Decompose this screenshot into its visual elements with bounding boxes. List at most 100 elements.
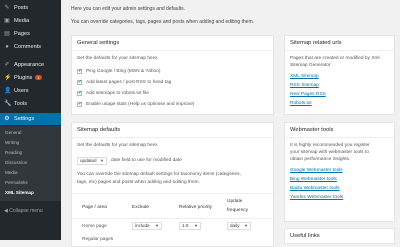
yandex-webmaster-link[interactable]: Yandex Webmaster tools [290, 195, 343, 200]
row-area-home: Home page [82, 224, 107, 229]
home-priority-select[interactable]: 1.0 ▼ [179, 222, 201, 230]
column-header-frequency-1: Update [227, 199, 243, 204]
user-icon: 👤 [4, 88, 12, 94]
baidu-webmaster-link[interactable]: Baidu Webmaster tools [290, 186, 340, 191]
page-icon: ▤ [4, 31, 10, 37]
new-pages-rss-link[interactable]: New Pages RSS [290, 92, 326, 97]
submenu-xml-sitemap[interactable]: XML Sitemap [5, 190, 34, 195]
settings-icon: ⚙ [4, 116, 10, 122]
menu-label: Users [14, 88, 29, 94]
chevron-down-icon: ▼ [244, 223, 248, 228]
panel-description-2: your sitemap with webmaster tools to [290, 150, 369, 155]
select-value: updated [80, 158, 97, 163]
update-count-badge: 1 [35, 75, 42, 81]
chevron-down-icon: ▼ [194, 223, 198, 228]
menu-item-comments[interactable]: ● Comments [0, 41, 61, 53]
bing-webmaster-link[interactable]: Bing Webmaster tools [290, 177, 337, 182]
panel-title: Sitemap related urls [290, 40, 342, 46]
checkbox-label: Enable usage stats (Help us optimise and… [86, 102, 195, 107]
media-icon: ▣ [4, 18, 10, 24]
rss-head-checkbox[interactable] [77, 79, 82, 85]
robots-txt-link[interactable]: Robots.txt [290, 101, 312, 106]
panel-description-3: obtain performance insights. [290, 157, 351, 162]
pin-icon: ✎ [4, 5, 10, 11]
collapse-icon: ◀ [4, 208, 8, 214]
menu-item-posts[interactable]: ✎ Posts [0, 2, 61, 14]
panel-description: Set the defaults for your sitemap here. [77, 143, 159, 148]
google-webmaster-link[interactable]: Google Webmaster tools [290, 168, 343, 173]
admin-sidebar: ✎ Posts ▣ Media ▤ Pages ● Comments ✐ App… [0, 0, 61, 240]
settings-submenu: General Writing Reading Discussion Media… [0, 126, 61, 201]
column-header-priority: Relative priority [179, 205, 213, 210]
select-value: daily [230, 223, 240, 228]
menu-item-tools[interactable]: 🔧 Tools [0, 98, 61, 110]
menu-label: Plugins [14, 75, 33, 81]
robots-checkbox[interactable] [77, 90, 82, 96]
collapse-menu-button[interactable]: ◀ Collapse menu [4, 208, 43, 214]
divider [72, 137, 273, 138]
panel-title: General settings [77, 40, 120, 46]
plug-icon: ⚡ [4, 75, 12, 81]
checkbox-label: Ping Google / Bing (MSN & Yahoo) [86, 69, 161, 74]
sitemap-defaults-panel: Sitemap defaults Set the defaults for yo… [71, 122, 274, 247]
column-header-area: Page / area [82, 205, 107, 210]
menu-label: Comments [14, 44, 42, 50]
column-header-exclude: Exclude [132, 205, 150, 210]
collapse-label: Collapse menu [9, 208, 43, 214]
menu-label: Appearance [14, 62, 45, 68]
date-field-select[interactable]: updated ▼ [77, 157, 107, 165]
menu-label: Settings [14, 116, 35, 122]
select-value: include [135, 223, 150, 228]
menu-label-wrap: Plugins 1 [14, 72, 42, 84]
submenu-writing[interactable]: Writing [5, 140, 19, 145]
menu-item-pages[interactable]: ▤ Pages [0, 28, 61, 40]
xml-sitemap-link[interactable]: XML Sitemap [290, 74, 319, 79]
submenu-permalinks[interactable]: Permalinks [5, 180, 28, 185]
panel-description-1: Pages that are created or modified by Xm… [290, 56, 380, 61]
useful-links-panel: Useful links [284, 228, 395, 244]
menu-item-users[interactable]: 👤 Users [0, 85, 61, 97]
divider [285, 137, 394, 138]
intro-line-1: Here you can edit your admin settings an… [71, 6, 185, 12]
divider [72, 50, 273, 51]
table-header-rule [72, 218, 273, 219]
home-frequency-select[interactable]: daily ▼ [227, 222, 251, 230]
intro-line-2: You can override categories, tags, pages… [71, 19, 254, 25]
general-settings-panel: General settings Set the defaults for yo… [71, 35, 274, 115]
submenu-media[interactable]: Media [5, 170, 18, 175]
webmaster-tools-panel: Webmaster tools It is highly recommended… [284, 122, 395, 222]
menu-item-plugins[interactable]: ⚡ Plugins 1 [0, 72, 61, 84]
panel-title: Sitemap defaults [77, 127, 121, 133]
menu-item-settings[interactable]: ⚙ Settings [0, 113, 61, 125]
panel-title: Useful links [290, 233, 320, 239]
related-urls-panel: Sitemap related urls Pages that are crea… [284, 35, 395, 115]
menu-item-media[interactable]: ▣ Media [0, 15, 61, 27]
ping-checkbox[interactable] [77, 68, 82, 74]
divider [285, 50, 394, 51]
panel-description-1: It is highly recommended you register [290, 143, 370, 148]
column-header-frequency-2: frequency [227, 208, 249, 213]
usage-stats-checkbox[interactable] [77, 101, 82, 107]
panel-description: Set the defaults for your sitemap here. [77, 56, 159, 61]
date-field-label: date field to use for modified date [111, 158, 182, 163]
menu-label: Pages [14, 31, 30, 37]
panel-title: Webmaster tools [290, 127, 334, 133]
submenu-general[interactable]: General [5, 130, 21, 135]
override-text-2: tags, etc) pages and posts when adding a… [77, 180, 200, 185]
chevron-down-icon: ▼ [155, 223, 159, 228]
rss-sitemap-link[interactable]: RSS Sitemap [290, 83, 319, 88]
submenu-reading[interactable]: Reading [5, 150, 22, 155]
submenu-discussion[interactable]: Discussion [5, 160, 27, 165]
menu-item-appearance[interactable]: ✐ Appearance [0, 59, 61, 71]
menu-label: Posts [14, 5, 28, 11]
table-top-rule [72, 193, 273, 194]
home-exclude-select[interactable]: include ▼ [132, 222, 162, 230]
checkbox-label: Add latest pages / post RSS to head tag [86, 80, 172, 85]
checkbox-label: Add sitemaps to robots.txt file [86, 91, 149, 96]
chevron-down-icon: ▼ [100, 158, 104, 163]
override-text-1: You can override the sitemap default set… [77, 172, 241, 177]
wrench-icon: 🔧 [4, 101, 12, 107]
comment-icon: ● [5, 44, 9, 50]
menu-label: Media [14, 18, 30, 24]
select-value: 1.0 [182, 223, 189, 228]
